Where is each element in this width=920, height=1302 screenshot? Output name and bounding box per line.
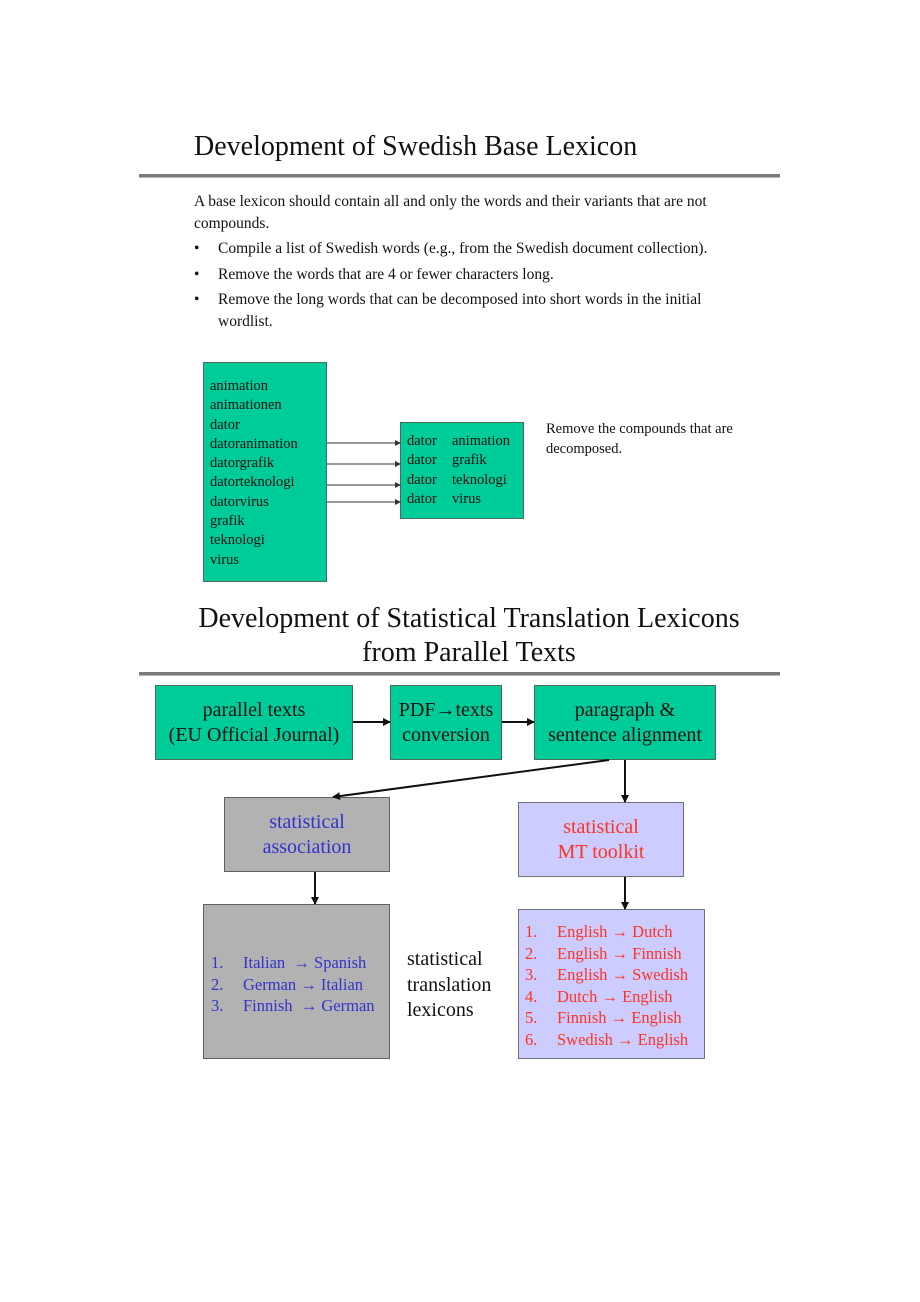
section1-title: Development of Swedish Base Lexicon bbox=[194, 131, 638, 162]
box-label: parallel texts bbox=[202, 698, 306, 721]
statistical-translation-lexicons-label: statistical translation lexicons bbox=[407, 947, 491, 1024]
word: dator bbox=[210, 416, 240, 433]
item-number: 1. bbox=[525, 922, 538, 941]
box-label: statistical bbox=[563, 815, 639, 838]
language-pair: German → Italian bbox=[243, 974, 364, 994]
item-number: 2. bbox=[211, 974, 224, 994]
section2-title-line1: Development of Statistical Translation L… bbox=[198, 603, 740, 634]
language-pair: Swedish → English bbox=[557, 1029, 689, 1049]
label-line: translation bbox=[407, 973, 492, 996]
lexicon-item: 5. Finnish → English bbox=[525, 1007, 704, 1029]
word-part: animation bbox=[452, 433, 510, 449]
bullet-item: • Compile a list of Swedish words (e.g., … bbox=[194, 238, 754, 260]
decomposed-row: dator teknologi bbox=[407, 471, 523, 490]
box-label: (EU Official Journal) bbox=[168, 723, 340, 746]
bullet-text: Compile a list of Swedish words (e.g., f… bbox=[218, 240, 708, 257]
word: animationen bbox=[210, 397, 282, 414]
word: datorteknologi bbox=[210, 474, 295, 491]
lexicon-item: 3. Finnish → German bbox=[211, 995, 389, 1017]
toolkit-lexicons-box: 1. English → Dutch 2. English → Finnish 3.… bbox=[518, 909, 705, 1059]
word: datorgrafik bbox=[210, 455, 275, 472]
item-number: 6. bbox=[525, 1029, 538, 1049]
bullet-icon: • bbox=[194, 240, 200, 257]
word: datoranimation bbox=[210, 435, 298, 452]
language-pair: Finnish → English bbox=[557, 1008, 682, 1027]
bullet-text: Remove the words that are 4 or fewer cha… bbox=[218, 265, 554, 283]
word: teknologi bbox=[210, 532, 265, 549]
language-pair: Dutch → English bbox=[557, 986, 673, 1006]
section2-title-line2: from Parallel Texts bbox=[362, 637, 576, 668]
box-label: association bbox=[262, 835, 352, 858]
decomposed-row: dator animation bbox=[407, 432, 523, 451]
word-part: dator bbox=[407, 433, 437, 449]
language-pair: English → Finnish bbox=[557, 943, 682, 963]
intro-paragraph: A base lexicon should contain all and on… bbox=[194, 193, 707, 232]
word-part: grafik bbox=[452, 452, 487, 469]
word-part: dator bbox=[407, 452, 437, 469]
bullet-icon: • bbox=[194, 291, 200, 308]
decomposed-row: dator grafik bbox=[407, 451, 523, 470]
box-label: statistical bbox=[269, 810, 345, 833]
decomposed-box: dator animation dator grafik dator teknolog… bbox=[400, 422, 524, 519]
word-part: dator bbox=[407, 490, 437, 507]
compound-note: Remove the compounds that are decomposed… bbox=[546, 421, 733, 457]
parallel-texts-box: parallel texts (EU Official Journal) bbox=[155, 685, 353, 760]
box-label: paragraph & bbox=[574, 698, 676, 721]
word-part: teknologi bbox=[452, 471, 507, 488]
lexicon-item: 1. Italian → Spanish bbox=[211, 952, 389, 974]
word-part: virus bbox=[452, 490, 481, 507]
item-number: 5. bbox=[525, 1008, 538, 1027]
decomposed-row: dator virus bbox=[407, 490, 523, 509]
box-label: sentence alignment bbox=[548, 723, 702, 746]
item-number: 3. bbox=[211, 996, 224, 1015]
word: animation bbox=[210, 378, 268, 394]
item-number: 3. bbox=[525, 965, 538, 984]
item-number: 4. bbox=[525, 986, 538, 1006]
word: datorvirus bbox=[210, 493, 269, 510]
language-pair: Finnish → German bbox=[243, 996, 375, 1015]
language-pair: English → Swedish bbox=[557, 965, 689, 984]
section2-title: Development of Statistical Translation L… bbox=[139, 602, 799, 670]
item-number: 1. bbox=[211, 953, 224, 972]
bullet-list: • Compile a list of Swedish words (e.g., … bbox=[194, 238, 754, 336]
lexicon-item: 1. English → Dutch bbox=[525, 921, 704, 943]
item-number: 2. bbox=[525, 943, 538, 963]
box-label: MT toolkit bbox=[557, 840, 645, 863]
lexicon-item: 4. Dutch → English bbox=[525, 986, 704, 1008]
statistical-association-box: statistical association bbox=[224, 797, 390, 872]
association-lexicons-box: 1. Italian → Spanish 2. German → Italian 3… bbox=[203, 904, 390, 1059]
word: grafik bbox=[210, 513, 245, 530]
bullet-item: • Remove the long words that can be decom… bbox=[194, 289, 754, 332]
mt-toolkit-box: statistical MT toolkit bbox=[518, 802, 684, 877]
bullet-text: Remove the long words that can be decomp… bbox=[218, 291, 702, 330]
lexicon-item: 2. English → Finnish bbox=[525, 943, 704, 965]
box-label: PDF→texts bbox=[398, 698, 494, 721]
word: virus bbox=[210, 551, 239, 568]
pdf-conversion-box: PDF→texts conversion bbox=[390, 685, 502, 760]
language-pair: Italian → Spanish bbox=[243, 953, 367, 972]
box-label: conversion bbox=[402, 723, 490, 746]
word-part: dator bbox=[407, 471, 437, 488]
language-pair: English → Dutch bbox=[557, 922, 673, 941]
bullet-icon: • bbox=[194, 265, 200, 283]
lexicon-item: 6. Swedish → English bbox=[525, 1029, 704, 1051]
alignment-box: paragraph & sentence alignment bbox=[534, 685, 716, 760]
arrow-alignment-to-association bbox=[332, 759, 610, 801]
title-rule-1 bbox=[139, 174, 780, 178]
lexicon-item: 2. German → Italian bbox=[211, 974, 389, 996]
label-line: statistical bbox=[407, 948, 483, 970]
lexicon-item: 3. English → Swedish bbox=[525, 964, 704, 986]
title-rule-2 bbox=[139, 672, 780, 676]
label-line: lexicons bbox=[407, 999, 474, 1021]
bullet-item: • Remove the words that are 4 or fewer ch… bbox=[194, 264, 754, 286]
wordlist-box: animation animationen dator datoranimati… bbox=[203, 362, 327, 582]
